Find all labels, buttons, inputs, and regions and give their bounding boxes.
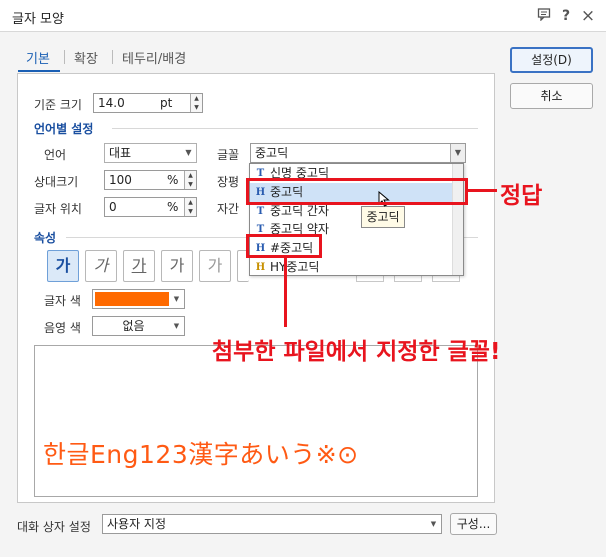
text-color-swatch xyxy=(95,292,169,306)
language-select[interactable]: 대표 ▼ xyxy=(104,143,197,163)
shade-color-value: 없음 xyxy=(122,319,145,333)
shade-color-picker[interactable]: 없음 ▼ xyxy=(92,316,185,336)
position-value: 0 xyxy=(109,200,117,214)
relative-size-value: 100 xyxy=(109,173,132,187)
annotation-connector xyxy=(468,189,497,192)
window-title: 글자 모양 xyxy=(12,12,64,27)
position-unit: % xyxy=(167,200,179,214)
text-color-picker[interactable]: ▼ xyxy=(92,289,185,309)
language-label: 언어 xyxy=(44,148,67,162)
font-select[interactable]: 중고딕 ▼ xyxy=(250,143,466,163)
section-title-properties: 속성 xyxy=(34,231,57,245)
chevron-down-icon: ▼ xyxy=(173,322,180,330)
preview-box: 한글Eng123漢字あいう※⊙ xyxy=(34,345,478,497)
position-input[interactable]: 0 % ▲ ▼ xyxy=(104,197,197,217)
text-color-label: 글자 색 xyxy=(44,294,81,308)
correct-answer-highlight xyxy=(246,178,468,205)
help-icon[interactable]: ? xyxy=(557,7,575,25)
font-tooltip: 중고딕 xyxy=(361,206,405,228)
relative-size-label: 상대크기 xyxy=(34,175,79,189)
chevron-down-icon[interactable]: ▼ xyxy=(450,144,465,162)
preview-text: 한글Eng123漢字あいう※⊙ xyxy=(43,440,359,469)
spacing-label: 자간 xyxy=(217,202,240,216)
message-icon[interactable] xyxy=(535,7,553,25)
tab-separator xyxy=(64,50,65,64)
tab-separator xyxy=(112,50,113,64)
dialog-setting-label: 대화 상자 설정 xyxy=(17,520,91,534)
title-bar: 글자 모양 ? × xyxy=(0,0,606,32)
underline-button[interactable]: 가 xyxy=(123,250,155,282)
base-size-input[interactable]: 14.0 pt ▲ ▼ xyxy=(93,93,203,113)
shade-color-label: 음영 색 xyxy=(44,321,81,335)
language-value: 대표 xyxy=(109,146,132,160)
position-spinner[interactable]: ▲ ▼ xyxy=(184,198,196,216)
font-value: 중고딕 xyxy=(255,146,289,160)
base-size-label: 기준 크기 xyxy=(34,98,82,112)
truetype-font-icon: T xyxy=(256,206,265,217)
font-option[interactable]: H HY중고딕 xyxy=(250,258,453,275)
chevron-down-icon: ▼ xyxy=(430,520,437,528)
base-size-value: 14.0 xyxy=(98,96,125,110)
cancel-button[interactable]: 취소 xyxy=(510,83,593,109)
section-title-language: 언어별 설정 xyxy=(34,122,94,136)
dialog-setting-value: 사용자 지정 xyxy=(107,517,167,531)
relative-size-spinner[interactable]: ▲ ▼ xyxy=(184,171,196,189)
attached-font-highlight xyxy=(246,234,322,258)
active-tab-indicator xyxy=(18,70,60,72)
correct-annotation: 정답 xyxy=(500,183,543,209)
relative-size-input[interactable]: 100 % ▲ ▼ xyxy=(104,170,197,190)
annotation-connector xyxy=(284,258,287,327)
base-size-spinner[interactable]: ▲ ▼ xyxy=(190,94,202,112)
strikethrough-button[interactable]: 가 xyxy=(161,250,193,282)
chevron-down-icon: ▼ xyxy=(185,148,192,157)
dialog-setting-select[interactable]: 사용자 지정 ▼ xyxy=(102,514,442,534)
font-label: 글꼴 xyxy=(217,148,240,162)
font-option-label: HY중고딕 xyxy=(270,260,320,274)
base-size-unit: pt xyxy=(160,96,173,110)
tab-border-background[interactable]: 테두리/배경 xyxy=(122,48,186,67)
tab-basic[interactable]: 기본 xyxy=(26,48,50,67)
chevron-down-icon: ▼ xyxy=(173,295,180,303)
position-label: 글자 위치 xyxy=(34,202,82,216)
hy-font-icon: H xyxy=(255,262,266,273)
width-ratio-label: 장평 xyxy=(217,175,240,189)
italic-button[interactable]: 가 xyxy=(85,250,117,282)
attached-font-annotation: 첨부한 파일에서 지정한 글꼴! xyxy=(212,339,501,365)
tab-extended[interactable]: 확장 xyxy=(74,48,98,67)
outline-button[interactable]: 가 xyxy=(199,250,231,282)
bold-button[interactable]: 가 xyxy=(47,250,79,282)
config-button[interactable]: 구성... xyxy=(450,513,497,535)
close-icon[interactable]: × xyxy=(579,7,597,25)
section-divider xyxy=(112,128,478,129)
relative-size-unit: % xyxy=(167,173,179,187)
ok-button[interactable]: 설정(D) xyxy=(510,47,593,73)
